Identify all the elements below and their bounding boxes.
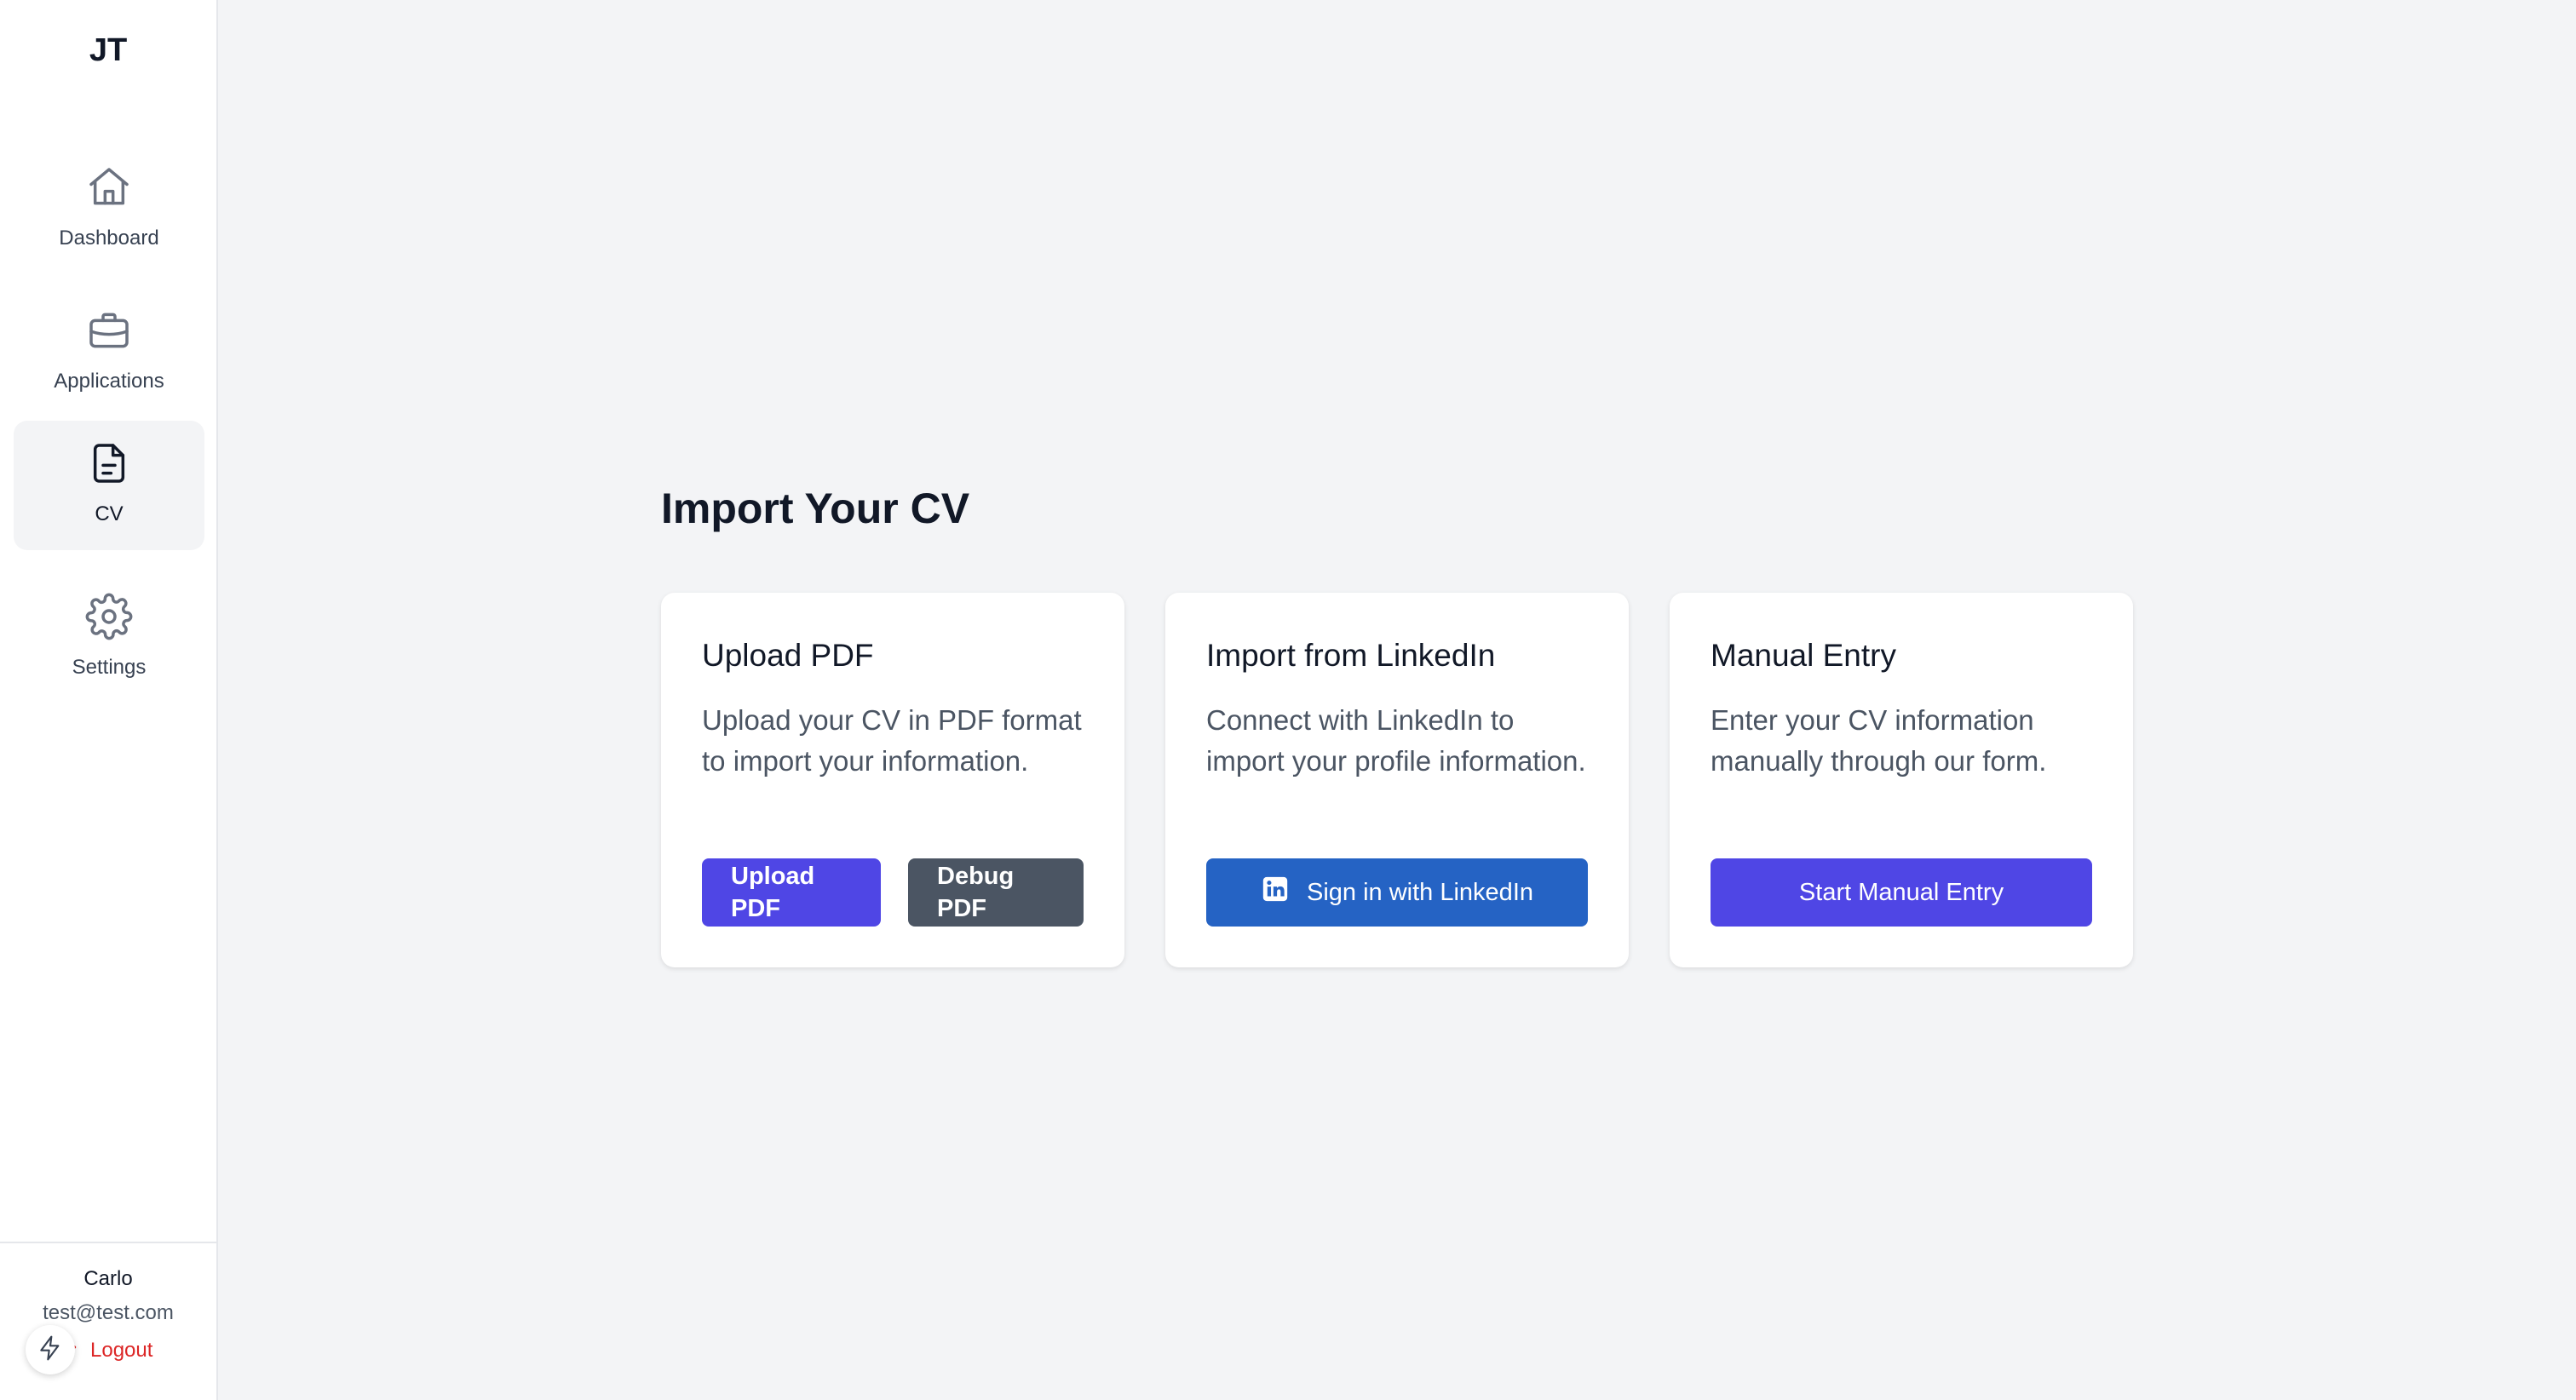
gear-icon	[85, 593, 133, 640]
sidebar-item-label: Applications	[54, 370, 164, 393]
upload-pdf-card: Upload PDF Upload your CV in PDF format …	[661, 593, 1124, 967]
card-description: Enter your CV information manually throu…	[1711, 704, 2047, 777]
sidebar-item-cv[interactable]: CV	[14, 421, 204, 550]
page-title: Import Your CV	[661, 485, 970, 532]
user-name: Carlo	[83, 1267, 133, 1290]
sidebar: JT Dashboard Applications CV Settings Ca…	[0, 0, 218, 1400]
debug-pdf-button[interactable]: Debug PDF	[908, 858, 1084, 927]
card-title: Upload PDF	[702, 638, 874, 673]
linkedin-signin-button[interactable]: Sign in with LinkedIn	[1206, 858, 1588, 927]
upload-pdf-button[interactable]: Upload PDF	[702, 858, 881, 927]
manual-entry-card: Manual Entry Enter your CV information m…	[1670, 593, 2133, 967]
linkedin-icon	[1261, 875, 1290, 910]
sidebar-item-settings[interactable]: Settings	[14, 574, 204, 703]
sidebar-item-dashboard[interactable]: Dashboard	[14, 145, 204, 274]
home-icon	[85, 164, 133, 211]
linkedin-import-card: Import from LinkedIn Connect with Linked…	[1165, 593, 1629, 967]
linkedin-signin-label: Sign in with LinkedIn	[1307, 878, 1533, 906]
document-icon	[85, 439, 133, 487]
card-title: Import from LinkedIn	[1206, 638, 1496, 673]
user-profile: Carlo test@test.com Logout	[0, 1242, 216, 1400]
card-title: Manual Entry	[1711, 638, 1896, 673]
sidebar-item-applications[interactable]: Applications	[14, 288, 204, 417]
sidebar-item-label: Settings	[72, 656, 147, 679]
quick-action-button[interactable]	[26, 1325, 75, 1374]
app-logo[interactable]: JT	[0, 32, 216, 69]
bolt-icon	[37, 1334, 64, 1366]
sidebar-item-label: Dashboard	[59, 227, 159, 250]
logout-label: Logout	[90, 1338, 153, 1362]
start-manual-entry-button[interactable]: Start Manual Entry	[1711, 858, 2092, 927]
card-description: Connect with LinkedIn to import your pro…	[1206, 704, 1586, 777]
sidebar-item-label: CV	[95, 502, 124, 525]
user-email: test@test.com	[43, 1301, 174, 1324]
card-description: Upload your CV in PDF format to import y…	[702, 704, 1082, 777]
briefcase-icon	[85, 307, 133, 354]
